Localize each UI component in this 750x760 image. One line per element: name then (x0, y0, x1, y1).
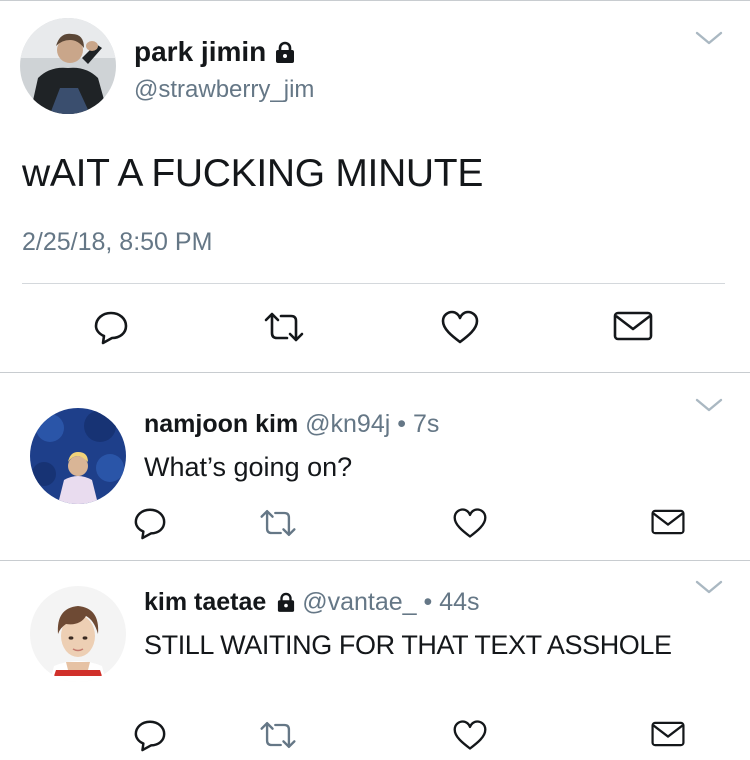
retweet-icon[interactable] (258, 718, 298, 752)
handle[interactable]: @vantae_ (302, 588, 416, 616)
divider (0, 372, 750, 373)
chevron-down-icon[interactable] (694, 396, 724, 414)
display-name[interactable]: kim taetae (144, 588, 266, 616)
divider (0, 560, 750, 561)
reply-header: namjoon kim @kn94j • 7s (144, 410, 439, 439)
main-tweet: park jimin @strawberry_jim wAIT A FUCKIN… (0, 0, 750, 372)
reply-icon[interactable] (132, 506, 168, 540)
direct-message-icon[interactable] (650, 718, 686, 752)
reply-icon[interactable] (92, 309, 130, 345)
heart-icon[interactable] (452, 506, 488, 540)
separator-dot: • (423, 588, 433, 616)
timestamp[interactable]: 2/25/18, 8:50 PM (22, 228, 212, 257)
avatar[interactable] (20, 18, 116, 114)
retweet-icon[interactable] (258, 506, 298, 540)
lock-icon (277, 592, 295, 612)
reply-icon[interactable] (132, 718, 168, 752)
tweet-text: wAIT A FUCKING MINUTE (22, 152, 484, 195)
timestamp[interactable]: 44s (439, 588, 479, 616)
display-name[interactable]: namjoon kim (144, 410, 298, 438)
tweet-text: What’s going on? (144, 452, 353, 482)
handle[interactable]: @strawberry_jim (134, 76, 314, 104)
chevron-down-icon[interactable] (694, 29, 724, 47)
heart-icon[interactable] (440, 309, 480, 345)
direct-message-icon[interactable] (612, 309, 654, 343)
tweet-text: STILL WAITING FOR THAT TEXT ASSHOLE (144, 630, 672, 660)
timestamp[interactable]: 7s (413, 410, 439, 438)
separator-dot: • (397, 410, 407, 438)
handle[interactable]: @kn94j (305, 410, 390, 438)
divider (22, 283, 725, 284)
display-name[interactable]: park jimin (134, 36, 266, 68)
avatar[interactable] (30, 408, 126, 504)
avatar[interactable] (30, 586, 126, 682)
heart-icon[interactable] (452, 718, 488, 752)
direct-message-icon[interactable] (650, 506, 686, 540)
retweet-icon[interactable] (262, 309, 306, 345)
lock-icon (275, 41, 295, 63)
chevron-down-icon[interactable] (694, 578, 724, 596)
reply-header: kim taetae @vantae_ • 44s (144, 588, 480, 617)
